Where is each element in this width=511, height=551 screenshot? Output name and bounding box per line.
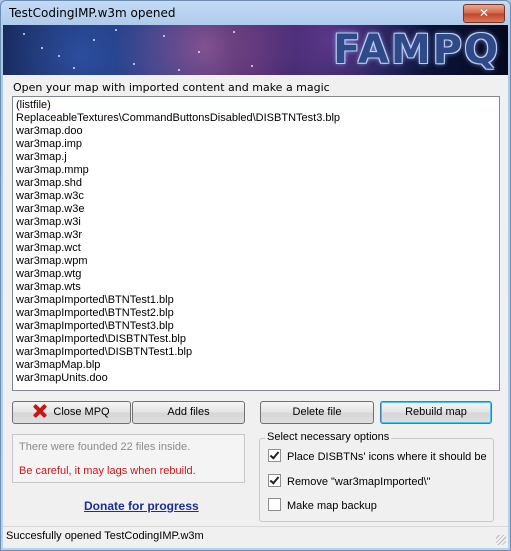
list-item[interactable]: war3map.doo	[13, 125, 499, 138]
list-item[interactable]: war3map.wct	[13, 242, 499, 255]
warning-text: Be careful, it may lags when rebuild.	[19, 465, 196, 477]
instruction-label: Open your map with imported content and …	[13, 81, 330, 94]
file-list: (listfile) ReplaceableTextures\CommandBut…	[13, 97, 499, 385]
list-item[interactable]: war3map.wtg	[13, 268, 499, 281]
list-item[interactable]: war3map.wpm	[13, 255, 499, 268]
resize-grip-icon[interactable]	[496, 535, 506, 545]
options-groupbox: Select necessary options Place DISBTNs' …	[259, 431, 494, 522]
file-listbox[interactable]: (listfile) ReplaceableTextures\CommandBut…	[12, 96, 500, 391]
list-item[interactable]: war3map.j	[13, 151, 499, 164]
list-item[interactable]: war3map.imp	[13, 138, 499, 151]
list-item[interactable]: war3map.w3e	[13, 203, 499, 216]
red-x-icon	[33, 404, 47, 418]
list-item[interactable]: war3mapMap.blp	[13, 359, 499, 372]
fampq-logo: FAMPQ	[333, 27, 500, 73]
options-legend: Select necessary options	[265, 431, 392, 443]
info-panel: There were founded 22 files inside. Be c…	[12, 434, 245, 483]
close-mpq-button[interactable]: Close MPQ	[12, 401, 131, 424]
list-item[interactable]: war3map.wts	[13, 281, 499, 294]
list-item[interactable]: war3map.mmp	[13, 164, 499, 177]
list-item[interactable]: war3map.w3c	[13, 190, 499, 203]
add-files-button[interactable]: Add files	[132, 401, 245, 424]
option-label: Make map backup	[287, 500, 377, 512]
option-label: Remove "war3mapImported\"	[287, 476, 431, 488]
checkbox-remove-imported[interactable]	[268, 474, 281, 487]
list-item[interactable]: war3mapUnits.doo	[13, 372, 499, 385]
list-item[interactable]: war3map.w3r	[13, 229, 499, 242]
option-place-disbtns[interactable]: Place DISBTNs' icons where it should be	[268, 449, 487, 465]
delete-file-button[interactable]: Delete file	[260, 401, 374, 424]
status-text: Succesfully opened TestCodingIMP.w3m	[6, 530, 204, 542]
list-item[interactable]: ReplaceableTextures\CommandButtonsDisabl…	[13, 112, 499, 125]
window-close-button[interactable]: ✕	[463, 4, 505, 23]
list-item[interactable]: war3mapImported\BTNTest2.blp	[13, 307, 499, 320]
list-item[interactable]: war3map.shd	[13, 177, 499, 190]
file-count-text: There were founded 22 files inside.	[19, 441, 191, 453]
list-item[interactable]: war3mapImported\DISBTNTest1.blp	[13, 346, 499, 359]
window-title: TestCodingIMP.w3m opened	[9, 6, 176, 20]
list-item[interactable]: war3map.w3i	[13, 216, 499, 229]
list-item[interactable]: war3mapImported\DISBTNTest.blp	[13, 333, 499, 346]
option-label: Place DISBTNs' icons where it should be	[287, 451, 487, 463]
title-bar[interactable]: TestCodingIMP.w3m opened ✕	[1, 1, 510, 27]
checkbox-place-disbtns[interactable]	[268, 449, 281, 462]
checkbox-make-backup[interactable]	[268, 498, 281, 511]
close-mpq-label: Close MPQ	[53, 406, 110, 418]
app-window: TestCodingIMP.w3m opened ✕ FAMPQ Open yo…	[0, 0, 511, 551]
close-icon: ✕	[478, 6, 490, 20]
list-item[interactable]: (listfile)	[13, 99, 499, 112]
banner-image: FAMPQ	[3, 25, 508, 75]
list-item[interactable]: war3mapImported\BTNTest3.blp	[13, 320, 499, 333]
option-make-backup[interactable]: Make map backup	[268, 498, 377, 514]
donate-link[interactable]: Donate for progress	[84, 499, 199, 513]
status-bar: Succesfully opened TestCodingIMP.w3m	[3, 526, 508, 547]
list-item[interactable]: war3mapImported\BTNTest1.blp	[13, 294, 499, 307]
option-remove-imported[interactable]: Remove "war3mapImported\"	[268, 474, 431, 490]
client-area: FAMPQ Open your map with imported conten…	[3, 25, 508, 548]
rebuild-map-button[interactable]: Rebuild map	[380, 401, 492, 424]
